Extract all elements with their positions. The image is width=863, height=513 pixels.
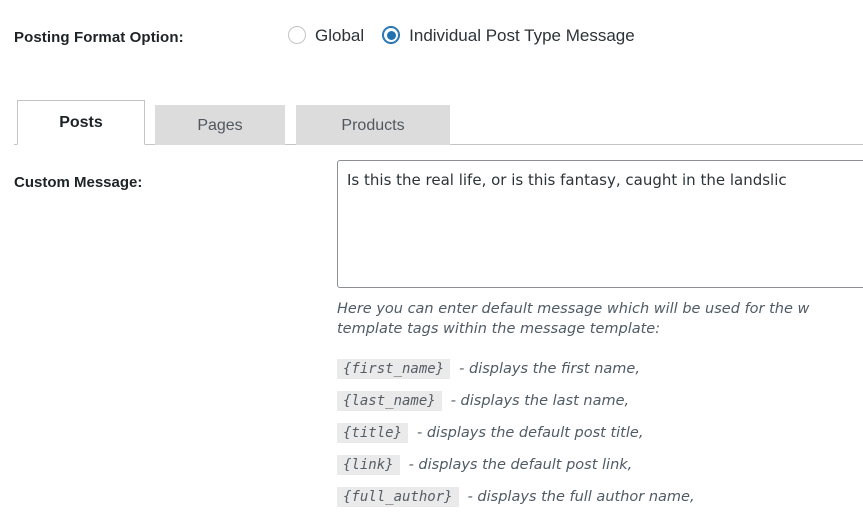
list-item: {first_name} - displays the first name, [337, 353, 857, 385]
radio-circle-selected-icon[interactable] [382, 26, 401, 44]
radio-label-individual-post-type-message: Individual Post Type Message [409, 25, 635, 45]
template-tag-full-author-description: - displays the full author name, [467, 489, 695, 505]
tab-posts[interactable]: Posts [17, 100, 145, 145]
template-tag-last-name: {last_name} [337, 391, 442, 411]
posting-format-row: Posting Format Option: Global Individual… [0, 0, 863, 78]
template-tag-last-name-description: - displays the last name, [450, 393, 630, 409]
posting-format-radio-group: Global Individual Post Type Message [288, 26, 635, 44]
list-item: {last_name} - displays the last name, [337, 385, 857, 417]
custom-message-input[interactable]: Is this the real life, or is this fantas… [337, 160, 863, 288]
list-item: {title} - displays the default post titl… [337, 417, 857, 449]
template-tag-title-description: - displays the default post title, [417, 425, 644, 441]
template-tag-title: {title} [337, 423, 409, 443]
template-tags-list: {first_name} - displays the first name, … [337, 353, 857, 513]
radio-circle-icon[interactable] [288, 26, 306, 44]
tab-pages[interactable]: Pages [155, 105, 285, 145]
radio-option-individual-post-type-message[interactable]: Individual Post Type Message [382, 26, 635, 44]
posting-format-label: Posting Format Option: [14, 29, 184, 46]
radio-option-global[interactable]: Global [288, 26, 364, 44]
template-tag-first-name-description: - displays the first name, [459, 361, 640, 377]
list-item: {full_author} - displays the full author… [337, 481, 857, 513]
post-type-tabs: Posts Pages Products [0, 100, 863, 145]
custom-message-label: Custom Message: [14, 174, 143, 191]
template-tag-link: {link} [337, 455, 400, 475]
radio-label-global: Global [315, 25, 365, 45]
list-item: {link} - displays the default post link, [337, 449, 857, 481]
template-tag-link-description: - displays the default post link, [408, 457, 633, 473]
template-tag-full-author: {full_author} [337, 487, 459, 507]
tab-products[interactable]: Products [296, 105, 450, 145]
custom-message-help-text: Here you can enter default message which… [337, 301, 810, 337]
template-tag-first-name: {first_name} [337, 359, 451, 379]
